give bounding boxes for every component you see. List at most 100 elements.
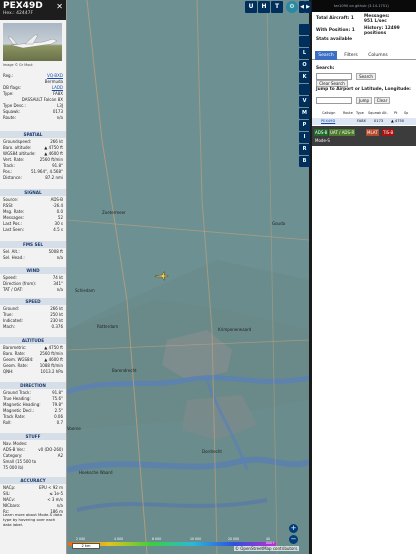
- zoom-in-button[interactable]: +: [289, 524, 298, 533]
- map-label-zoetermeer: Zoetermeer: [102, 210, 126, 215]
- sidebar-tabs: Search Filters Columns: [312, 50, 416, 60]
- column-header[interactable]: Squawk: [368, 111, 381, 115]
- info-row-rows_top: Route: n/a: [3, 115, 63, 121]
- legend-tick-label: 2 000: [76, 537, 86, 541]
- aircraft-info-panel: PEX49D Hex.: 42447F ✕ Image © Gr Mout Re…: [0, 0, 67, 554]
- map-layer-button-3[interactable]: O: [299, 60, 310, 71]
- tab-search[interactable]: Search: [315, 51, 337, 60]
- map-layer-button-10[interactable]: R: [299, 144, 310, 155]
- legend-tick-label: 40 000+: [266, 537, 275, 545]
- map-label-krimpenerwaard: Krimpenerwaard: [218, 327, 252, 332]
- map-layer-button-8[interactable]: P: [299, 120, 310, 131]
- info-row-value: 0.7: [56, 420, 63, 425]
- column-header[interactable]: Sp: [404, 111, 408, 115]
- u-toggle-button[interactable]: U: [245, 1, 257, 13]
- search-input[interactable]: [316, 73, 352, 80]
- info-row-direction: Roll: 0.7: [3, 420, 63, 426]
- info-row-label: Route:: [3, 115, 16, 120]
- map-layer-button-4[interactable]: K: [299, 72, 310, 83]
- sidebar-top-bar: tar1090 on github (3.14.1751): [312, 0, 416, 12]
- close-icon[interactable]: ✕: [56, 2, 63, 11]
- map-label-schiedam: Schiedam: [75, 288, 95, 293]
- row-alt: ▲ 4750: [391, 119, 405, 123]
- section-direction-title: DIRECTION: [0, 382, 66, 389]
- map-layer-button-9[interactable]: I: [299, 132, 310, 143]
- info-row-value: 87.2 nmi: [45, 175, 63, 180]
- column-header[interactable]: Route: [343, 111, 353, 115]
- section-stuff-title: STUFF: [0, 433, 66, 440]
- info-row-label: TAT / OAT:: [3, 287, 23, 292]
- column-header[interactable]: Pt: [394, 111, 397, 115]
- tag-mlat: MLAT: [366, 129, 379, 136]
- info-row-wind: TAT / OAT: n/a: [3, 287, 63, 293]
- jump-input[interactable]: [316, 97, 352, 104]
- row-callsign[interactable]: PEX49D: [321, 119, 335, 123]
- section-spatial-title: SPATIAL: [0, 131, 66, 138]
- map-label-dordrecht: Dordrecht: [202, 449, 222, 454]
- info-row-label: Sel. Head.:: [3, 255, 25, 260]
- forward-arrow-icon[interactable]: ▶: [305, 1, 311, 13]
- section-signal-title: SIGNAL: [0, 189, 66, 196]
- info-callsign: PEX49D: [3, 1, 43, 11]
- with-position: With Position: 1: [316, 28, 355, 33]
- history-count: History: 12499 positions: [364, 26, 400, 36]
- info-hex-value: 42447F: [16, 11, 34, 16]
- jump-button[interactable]: Jump: [356, 97, 372, 104]
- info-header: PEX49D Hex.: 42447F ✕: [0, 0, 66, 20]
- map-layer-button-6[interactable]: V: [299, 96, 310, 107]
- info-row-label: Roll:: [3, 420, 12, 425]
- section-fms-title: FMS SEL: [0, 241, 66, 248]
- sidebar-panel: tar1090 on github (3.14.1751) Total Airc…: [312, 0, 416, 554]
- tag-uat-adsr: UAT / ADS-R: [329, 129, 356, 136]
- tab-filters[interactable]: Filters: [340, 51, 362, 60]
- legend-tick-label: 6 000: [152, 537, 162, 541]
- info-row-speed: Mach: 0.376: [3, 324, 63, 330]
- info-row-value: 0.376: [51, 324, 63, 329]
- map-layer-button-1[interactable]: [299, 36, 310, 47]
- zoom-out-button[interactable]: −: [289, 535, 298, 544]
- legend-tick-label: 4 000: [114, 537, 124, 541]
- map-layer-button-2[interactable]: L: [299, 48, 310, 59]
- column-header[interactable]: Type: [356, 111, 364, 115]
- aircraft-photo[interactable]: [3, 23, 62, 61]
- version-link[interactable]: tar1090 on github (3.14.1751): [334, 4, 389, 8]
- map-layer-button-11[interactable]: B: [299, 156, 310, 167]
- map-layer-button-5[interactable]: [299, 84, 310, 95]
- clear-button[interactable]: Clear: [374, 97, 390, 104]
- map-layer-button-0[interactable]: [299, 24, 310, 35]
- photo-caption: Image © Gr Mout: [3, 63, 33, 67]
- search-button[interactable]: Search: [356, 73, 376, 80]
- info-row-value: 1013.2 hPa: [40, 369, 64, 374]
- info-row-label: Distance:: [3, 175, 22, 180]
- row-squawk: 0173: [374, 119, 384, 123]
- map-label-gouda: Gouda: [272, 221, 286, 226]
- settings-gear-icon[interactable]: ⚙: [286, 1, 298, 13]
- t-toggle-button[interactable]: T: [271, 1, 283, 13]
- tab-columns[interactable]: Columns: [365, 51, 391, 60]
- app-root: Zoetermeer Rotterdam Krimpenerwaard Goud…: [0, 0, 416, 554]
- info-row-label: 75 000 lb): [3, 465, 24, 470]
- info-row-label: Last Seen:: [3, 227, 24, 232]
- map-view[interactable]: Zoetermeer Rotterdam Krimpenerwaard Goud…: [67, 0, 309, 554]
- info-row-label: Mach:: [3, 324, 15, 329]
- tag-tisb: TIS-B: [382, 129, 395, 136]
- map-label-voorne: Voorne: [67, 426, 81, 431]
- map-layer-button-7[interactable]: M: [299, 108, 310, 119]
- info-row-signal: Last Seen: 4.5 s: [3, 227, 63, 233]
- messages-value: 951 L/sec: [364, 19, 387, 24]
- section-wind-title: WIND: [0, 267, 66, 274]
- column-header[interactable]: Alt.: [382, 111, 388, 115]
- column-header[interactable]: Callsign: [322, 111, 335, 115]
- map-canvas[interactable]: Zoetermeer Rotterdam Krimpenerwaard Goud…: [67, 0, 309, 554]
- total-aircraft: Total Aircraft: 1: [316, 16, 354, 21]
- info-row-value: 4.5 s: [53, 227, 63, 232]
- info-row-value: n/a: [56, 255, 63, 260]
- clear-search-button[interactable]: Clear Search: [316, 80, 348, 87]
- map-label-hoeksche-waard: Hoeksche Waard: [79, 470, 113, 475]
- stats-available-link[interactable]: Stats available: [316, 37, 352, 42]
- legend-tick-label: 20 000: [228, 537, 240, 541]
- h-toggle-button[interactable]: H: [258, 1, 270, 13]
- map-attribution: © OpenStreetMap contributors.: [234, 546, 300, 551]
- map-label-barendrecht: Barendrecht: [112, 368, 137, 373]
- info-row-spatial: Distance: 87.2 nmi: [3, 175, 63, 181]
